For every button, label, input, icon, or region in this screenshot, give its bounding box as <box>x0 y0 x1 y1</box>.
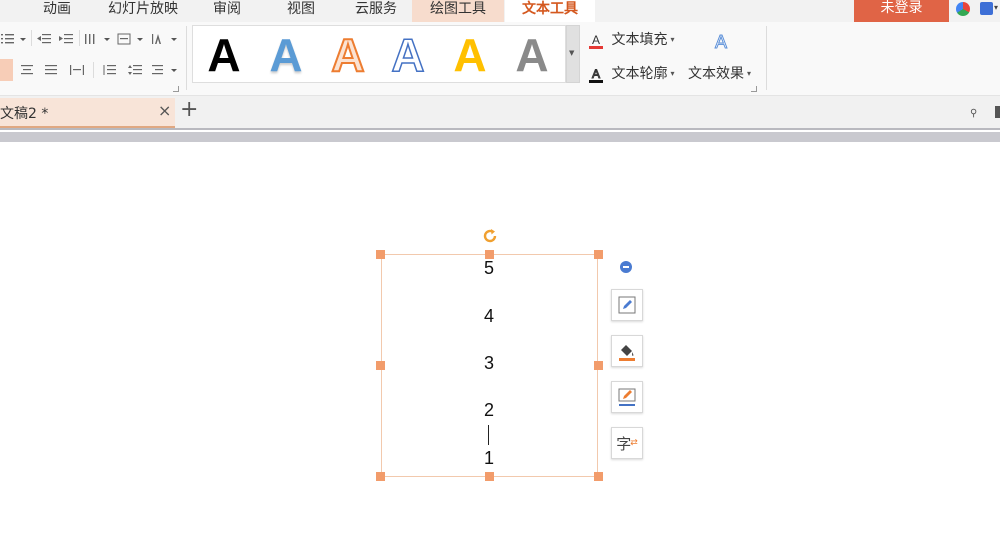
shape-style-button[interactable] <box>611 289 643 321</box>
add-tab-button[interactable]: + <box>180 97 198 122</box>
pen-edit-icon <box>618 296 636 314</box>
character-icon: 字 <box>616 434 632 453</box>
style-orange-outline[interactable]: A <box>319 28 377 82</box>
distribute-icon <box>70 65 84 75</box>
align-text-icon <box>152 34 177 44</box>
text-line: 2 <box>483 400 494 420</box>
resize-handle-bottom[interactable] <box>485 472 494 481</box>
shape-fill-button[interactable] <box>611 335 643 367</box>
divider <box>31 30 32 46</box>
align-justify-icon <box>45 65 57 75</box>
rotate-handle-icon[interactable] <box>481 227 499 245</box>
text-effect-label: 文本效果 <box>688 66 744 82</box>
style-gray-gradient[interactable]: A <box>503 28 561 82</box>
text-outline-icon: A <box>589 68 603 83</box>
style-blue-fill[interactable]: A <box>257 28 315 82</box>
text-cursor <box>488 425 489 445</box>
resize-handle-top-left[interactable] <box>376 250 385 259</box>
columns-icon <box>85 34 110 44</box>
text-outline-button[interactable]: A 文本轮廓 ▾ <box>589 64 674 84</box>
text-wrap-button[interactable]: 字 ⇄ <box>611 427 643 459</box>
chevron-down-icon[interactable]: ▾ <box>994 3 998 12</box>
resize-handle-bottom-left[interactable] <box>376 472 385 481</box>
text-fill-button[interactable]: A 文本填充 ▾ <box>589 30 674 50</box>
browser-icon[interactable] <box>956 2 970 16</box>
paragraph-settings-launcher[interactable] <box>173 86 179 92</box>
divider <box>766 26 767 90</box>
increase-indent-button[interactable] <box>57 28 75 50</box>
menu-tab-text-tools[interactable]: 文本工具 <box>505 0 595 22</box>
text-direction-icon <box>117 33 143 45</box>
align-justify-button[interactable] <box>42 59 60 81</box>
text-line: 1 <box>483 448 494 468</box>
divider <box>93 62 94 78</box>
increase-indent-icon <box>59 34 73 44</box>
chevron-down-icon: ▾ <box>670 35 675 44</box>
text-line: 3 <box>483 353 494 373</box>
chevron-down-icon: ▾ <box>670 69 675 78</box>
menu-bar: 动画 幻灯片放映 审阅 视图 云服务 绘图工具 文本工具 未登录 ▾ <box>0 0 1000 22</box>
resize-handle-left[interactable] <box>376 361 385 370</box>
indent-options-icon <box>152 65 177 75</box>
menu-tab-view[interactable]: 视图 <box>270 0 332 22</box>
align-center-button[interactable] <box>18 59 36 81</box>
panel-toggle-icon[interactable] <box>995 106 1000 118</box>
decrease-indent-button[interactable] <box>35 28 53 50</box>
menu-tab-slideshow[interactable]: 幻灯片放映 <box>98 0 188 22</box>
menu-tab-drawing-tools[interactable]: 绘图工具 <box>412 0 504 22</box>
paragraph-spacing-button[interactable] <box>124 59 146 81</box>
text-line: 4 <box>483 306 494 326</box>
text-line: 5 <box>483 258 494 278</box>
align-text-button[interactable] <box>150 28 180 50</box>
text-effect-button[interactable]: 文本效果 ▾ <box>688 64 751 84</box>
close-icon[interactable]: × <box>158 101 171 120</box>
login-button[interactable]: 未登录 <box>854 0 949 22</box>
text-fill-label: 文本填充 <box>611 32 668 48</box>
resize-handle-right[interactable] <box>594 361 603 370</box>
indent-options-button[interactable] <box>150 59 180 81</box>
ribbon-toolbar: A A A A A A ▼ A 文本填充 ▾ A 文本轮廓 ▾ A 文本效果 ▾ <box>0 22 1000 96</box>
gallery-more-button[interactable]: ▼ <box>566 25 580 83</box>
menu-tab-animation[interactable]: 动画 <box>22 0 92 22</box>
resize-handle-top-right[interactable] <box>594 250 603 259</box>
resize-handle-bottom-right[interactable] <box>594 472 603 481</box>
style-gold-fill[interactable]: A <box>441 28 499 82</box>
paragraph-spacing-icon <box>128 65 142 75</box>
chevron-down-icon: ▼ <box>569 49 575 57</box>
document-tab-title: 文稿2 * <box>0 106 49 122</box>
text-direction-button[interactable] <box>116 28 146 50</box>
paint-bucket-icon <box>619 345 635 361</box>
menu-tab-cloud[interactable]: 云服务 <box>344 0 408 22</box>
text-effect-icon[interactable]: A <box>712 32 730 53</box>
menu-tab-review[interactable]: 审阅 <box>198 0 256 22</box>
outline-pen-icon <box>618 388 636 406</box>
shape-outline-button[interactable] <box>611 381 643 413</box>
style-blue-outline[interactable]: A <box>379 28 437 82</box>
distribute-button[interactable] <box>67 59 87 81</box>
line-spacing-icon <box>103 65 116 75</box>
numbered-list-icon <box>1 34 26 44</box>
align-center-icon <box>21 65 33 75</box>
divider <box>186 26 187 90</box>
text-outline-label: 文本轮廓 <box>611 66 668 82</box>
pin-icon[interactable]: ⚲ <box>970 108 977 119</box>
decrease-indent-icon <box>37 34 51 44</box>
style-black-fill[interactable]: A <box>195 28 253 82</box>
collapse-toolbar-icon[interactable] <box>620 261 632 273</box>
text-style-gallery: A A A A A A <box>192 25 566 83</box>
text-settings-launcher[interactable] <box>751 86 757 92</box>
arrow-swap-icon: ⇄ <box>630 438 638 448</box>
line-spacing-button[interactable] <box>98 59 120 81</box>
document-tab-bar: 文稿2 * × + ⚲ <box>0 96 1000 130</box>
text-fill-icon: A <box>589 34 603 49</box>
document-tab[interactable]: 文稿2 * × <box>0 98 175 128</box>
align-left-button[interactable] <box>0 59 13 81</box>
chevron-down-icon: ▾ <box>747 69 752 78</box>
divider <box>79 30 80 46</box>
app-icon[interactable] <box>980 2 993 15</box>
numbered-list-button[interactable] <box>0 28 28 50</box>
columns-button[interactable] <box>83 28 113 50</box>
slide-area-border <box>0 132 1000 142</box>
